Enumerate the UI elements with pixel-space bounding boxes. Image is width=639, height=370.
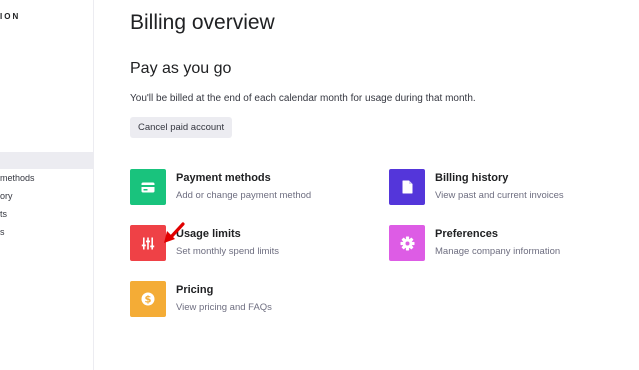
cancel-paid-account-button[interactable]: Cancel paid account: [130, 117, 233, 138]
sliders-icon: [141, 237, 155, 249]
billing-history-card[interactable]: Billing history View past and current in…: [389, 169, 609, 209]
sidebar-item-billing-history[interactable]: ory: [0, 188, 93, 205]
page-title: Billing overview: [130, 11, 275, 34]
payment-methods-card[interactable]: Payment methods Add or change payment me…: [130, 169, 350, 209]
preferences-tile: [389, 225, 425, 261]
payment-methods-subtitle: Add or change payment method: [176, 190, 312, 201]
svg-text:$: $: [145, 295, 152, 306]
sidebar-item-preferences[interactable]: s: [0, 224, 93, 241]
usage-limits-tile: [130, 225, 166, 261]
dollar-icon: $: [141, 292, 155, 306]
annotation-arrow-icon: [164, 222, 185, 243]
billing-history-title: Billing history: [435, 172, 509, 184]
preferences-card[interactable]: Preferences Manage company information: [389, 225, 609, 265]
payment-methods-tile: [130, 169, 166, 205]
plan-description: You'll be billed at the end of each cale…: [130, 93, 476, 104]
billing-history-tile: [389, 169, 425, 205]
preferences-subtitle: Manage company information: [435, 246, 561, 257]
pricing-title: Pricing: [176, 284, 214, 296]
billing-history-subtitle: View past and current invoices: [435, 190, 564, 201]
document-icon: [402, 180, 412, 194]
pricing-card[interactable]: $ Pricing View pricing and FAQs: [130, 281, 350, 321]
sidebar-item-payment-methods[interactable]: methods: [0, 170, 93, 187]
gear-icon: [400, 236, 414, 250]
sidebar-item-billing-overview[interactable]: [0, 152, 93, 169]
usage-limits-subtitle: Set monthly spend limits: [176, 246, 279, 257]
brand-logo-text: ION: [0, 12, 21, 21]
sidebar: ION methods ory ts s: [0, 0, 94, 370]
credit-card-icon: [141, 182, 155, 192]
preferences-title: Preferences: [435, 228, 498, 240]
pricing-tile: $: [130, 281, 166, 317]
pricing-subtitle: View pricing and FAQs: [176, 302, 272, 313]
plan-heading: Pay as you go: [130, 60, 232, 77]
payment-methods-title: Payment methods: [176, 172, 271, 184]
sidebar-item-usage-limits[interactable]: ts: [0, 206, 93, 223]
